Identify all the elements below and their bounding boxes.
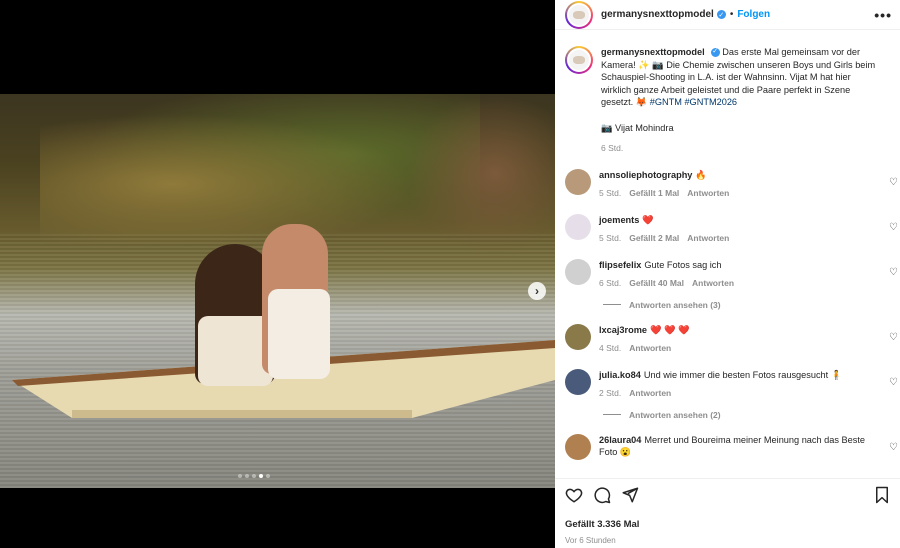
comment-item: julia.ko84 Und wie immer die besten Fotos…	[565, 368, 898, 400]
comment-text: Und wie immer die besten Fotos rausgesuc…	[643, 369, 843, 380]
comment-likes[interactable]: Gefällt 1 Mal	[629, 188, 679, 198]
comment-heart-icon[interactable]: ♡	[889, 267, 898, 278]
comment-text: ❤️ ❤️ ❤️	[650, 324, 690, 335]
comment-username[interactable]: lxcaj3rome	[599, 325, 647, 335]
comment-heart-icon[interactable]: ♡	[889, 377, 898, 388]
reply-button[interactable]: Antworten	[629, 388, 671, 398]
comment-item: 26laura04 Merret und Boureima meiner Mein…	[565, 433, 898, 460]
divider	[603, 304, 621, 305]
heart-icon[interactable]	[565, 486, 583, 504]
comment-username[interactable]: julia.ko84	[599, 370, 641, 380]
carousel-dot	[238, 474, 242, 478]
comment-meta: 6 Std. Gefällt 40 Mal Antworten	[599, 277, 869, 290]
chevron-right-icon[interactable]: ›	[528, 282, 546, 300]
comment-time: 5 Std.	[599, 188, 622, 198]
bookmark-icon[interactable]	[874, 486, 890, 504]
avatar[interactable]	[565, 258, 591, 285]
carousel-dot	[252, 474, 256, 478]
comment-heart-icon[interactable]: ♡	[889, 222, 898, 233]
header-username[interactable]: germanysnexttopmodel	[601, 9, 714, 20]
comment-text: ❤️	[642, 214, 654, 225]
reply-button[interactable]: Antworten	[692, 278, 734, 288]
avatar[interactable]	[565, 0, 593, 29]
comment-username[interactable]: annsoliephotography	[599, 170, 692, 180]
comment-meta: 5 Std. Gefällt 2 Mal Antworten	[599, 232, 869, 245]
caption-body: germanysnexttopmodel ✓ Das erste Mal geme…	[601, 46, 881, 155]
view-replies-label: Antworten ansehen (3)	[629, 299, 721, 310]
avatar[interactable]	[565, 168, 591, 195]
caption-hashtags[interactable]: #GNTM #GNTM2026	[650, 97, 737, 107]
comment-time: 5 Std.	[599, 233, 622, 243]
caption-username[interactable]: germanysnexttopmodel	[601, 47, 705, 57]
post-timestamp: Vor 6 Stunden	[565, 536, 616, 545]
follow-button[interactable]: Folgen	[737, 9, 770, 20]
comment-text: 🔥	[695, 169, 707, 180]
carousel-dot	[245, 474, 249, 478]
caption-avatar[interactable]	[565, 46, 593, 74]
post-photo[interactable]	[0, 94, 555, 488]
comment-body: 26laura04 Merret und Boureima meiner Mein…	[599, 434, 869, 460]
share-icon[interactable]	[621, 486, 639, 504]
view-replies-button[interactable]: Antworten ansehen (3)	[603, 300, 890, 310]
carousel-dot	[266, 474, 270, 478]
comments-scroll-area[interactable]: germanysnexttopmodel ✓ Das erste Mal geme…	[555, 38, 900, 478]
comment-heart-icon[interactable]: ♡	[889, 442, 898, 453]
comment-body: flipsefelix Gute Fotos sag ich 6 Std. Gefäl…	[599, 259, 869, 290]
comment-list: annsoliephotography 🔥 5 Std. Gefällt 1 Mal A…	[565, 168, 898, 460]
caption-credit: 📷 Vijat Mohindra	[601, 122, 674, 133]
photo-dress-right	[268, 289, 330, 379]
avatar[interactable]	[565, 433, 591, 460]
carousel-dot-active	[259, 474, 263, 478]
comment-text: Gute Fotos sag ich	[644, 259, 722, 270]
comment-item: joements ❤️ 5 Std. Gefällt 2 Mal Antworten ♡	[565, 213, 898, 245]
comment-meta: 4 Std. Antworten	[599, 342, 869, 355]
post-media: ›	[0, 0, 555, 548]
avatar[interactable]	[565, 368, 591, 395]
reply-button[interactable]: Antworten	[687, 233, 729, 243]
comment-body: annsoliephotography 🔥 5 Std. Gefällt 1 Mal A…	[599, 169, 869, 200]
carousel-dots	[238, 474, 270, 478]
verified-badge-icon: ✓	[716, 10, 726, 19]
comment-body: lxcaj3rome ❤️ ❤️ ❤️ 4 Std. Antworten	[599, 324, 869, 355]
view-replies-button[interactable]: Antworten ansehen (2)	[603, 410, 890, 420]
header-separator: •	[729, 9, 734, 20]
comment-likes[interactable]: Gefällt 40 Mal	[629, 278, 684, 288]
comment-body: joements ❤️ 5 Std. Gefällt 2 Mal Antworten	[599, 214, 869, 245]
comment-icon[interactable]	[593, 486, 611, 504]
comment-body: julia.ko84 Und wie immer die besten Fotos…	[599, 369, 869, 400]
comment-meta: 5 Std. Gefällt 1 Mal Antworten	[599, 187, 869, 200]
comment-heart-icon[interactable]: ♡	[889, 332, 898, 343]
comment-time: 4 Std.	[599, 343, 622, 353]
comment-username[interactable]: flipsefelix	[599, 260, 641, 270]
comment-heart-icon[interactable]: ♡	[889, 177, 898, 188]
comment-likes[interactable]: Gefällt 2 Mal	[629, 233, 679, 243]
post-side-panel: germanysnexttopmodel ✓ • Folgen ••• germ…	[555, 0, 900, 548]
comment-time: 2 Std.	[599, 388, 622, 398]
post-actions: Gefällt 3.336 Mal Vor 6 Stunden	[555, 478, 900, 548]
post-header: germanysnexttopmodel ✓ • Folgen •••	[555, 0, 900, 30]
caption: germanysnexttopmodel ✓ Das erste Mal geme…	[565, 38, 890, 155]
more-options-icon[interactable]: •••	[874, 7, 892, 23]
comment-item: annsoliephotography 🔥 5 Std. Gefällt 1 Mal A…	[565, 168, 898, 200]
likes-count[interactable]: Gefällt 3.336 Mal	[565, 519, 890, 530]
comment-item: flipsefelix Gute Fotos sag ich 6 Std. Gefäl…	[565, 258, 898, 290]
comment-time: 6 Std.	[599, 278, 622, 288]
reply-button[interactable]: Antworten	[687, 188, 729, 198]
verified-badge-icon: ✓	[710, 48, 720, 58]
caption-time: 6 Std.	[601, 143, 624, 153]
photo-background-rocks	[405, 94, 555, 254]
comment-username[interactable]: 26laura04	[599, 435, 641, 445]
view-replies-label: Antworten ansehen (2)	[629, 409, 721, 420]
comment-username[interactable]: joements	[599, 215, 639, 225]
comment-meta: 2 Std. Antworten	[599, 387, 869, 400]
avatar[interactable]	[565, 323, 591, 350]
avatar[interactable]	[565, 213, 591, 240]
divider	[603, 414, 621, 415]
comment-item: lxcaj3rome ❤️ ❤️ ❤️ 4 Std. Antworten ♡	[565, 323, 898, 355]
reply-button[interactable]: Antworten	[629, 343, 671, 353]
